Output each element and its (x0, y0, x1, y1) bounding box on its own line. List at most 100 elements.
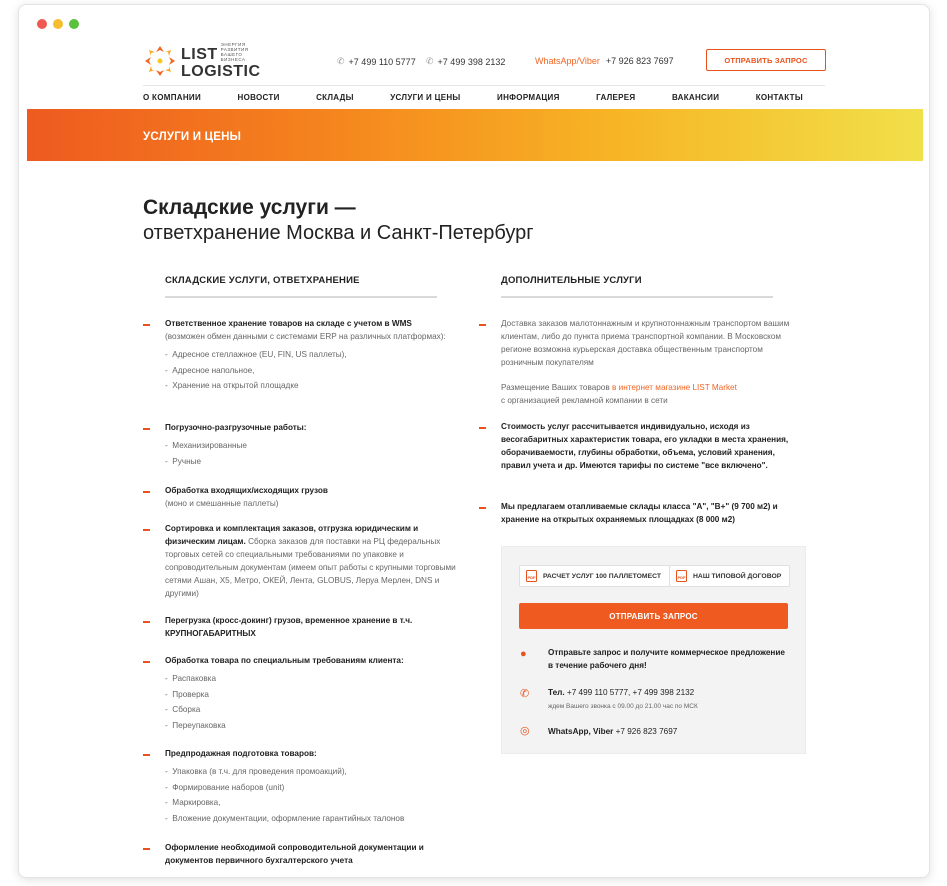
sublist-item: - Адресное стеллажное (EU, FIN, US палле… (165, 350, 347, 359)
service-item-text: (моно и смешанные паллеты) (165, 499, 279, 508)
nav-item-warehouses[interactable]: Склады (316, 93, 354, 102)
sublist-item: - Хранение на открытой площадке (165, 381, 299, 391)
service-item-title: Обработка товара по специальным требован… (165, 656, 404, 665)
header-phone-2[interactable]: ✆ +7 499 398 2132 (426, 56, 505, 67)
market-text: Размещение Ваших товаров в интернет мага… (501, 383, 737, 405)
service-item-title: Погрузочно-разгрузочные работы: (165, 423, 307, 432)
left-heading-underline (165, 296, 437, 298)
right-heading-underline (501, 296, 773, 298)
sublist-item: - Формирование наборов (unit) (165, 782, 285, 792)
bullet-dash (479, 324, 486, 326)
page-subtitle: ответхранение Москва и Санкт-Петербург (143, 222, 534, 244)
service-item-title: Ответственное хранение товаров на складе… (165, 319, 412, 328)
service-item-title: Обработка входящих/исходящих грузов (165, 486, 328, 495)
nav-item-services[interactable]: Услуги и цены (390, 93, 460, 102)
offer-text: Отправьте запрос и получите коммерческое… (548, 648, 785, 670)
service-item: Сортировка и комплектация заказов, отгру… (165, 522, 457, 600)
sublist-item: - Адресное напольное, (165, 365, 255, 375)
sublist-item: - Сборка (165, 705, 201, 715)
whatsapp-icon: ◎ (520, 725, 530, 737)
panel-phones: Тел. +7 499 110 5777, +7 499 398 2132 жд… (548, 688, 698, 710)
pdf-icon: PDF (526, 570, 537, 582)
page-banner: Услуги и цены (27, 109, 923, 161)
bullet-dash (479, 427, 486, 429)
service-item: Ответственное хранение товаров на складе… (165, 317, 465, 394)
warehouse-class-note: Мы предлагаем отапливаемые склады класса… (501, 502, 778, 524)
sublist-item: - Ручные (165, 456, 202, 466)
service-item-title: Оформление необходимой сопроводительной … (165, 843, 424, 865)
service-sublist: - Упаковка (в т.ч. для проведения промоа… (165, 764, 465, 826)
sublist-item: - Проверка (165, 689, 209, 699)
pricing-note: Стоимость услуг рассчитывается индивидуа… (501, 422, 789, 470)
phone-icon: ✆ (426, 56, 434, 66)
nav-item-vacancies[interactable]: Вакансии (672, 93, 719, 102)
logo-tagline: энергия развития вашего бизнеса (220, 42, 249, 62)
sublist-item: - Механизированные (165, 441, 247, 450)
left-column-heading: Складские услуги, ответхранение (165, 275, 360, 286)
close-window-dot[interactable] (37, 19, 47, 29)
bullet-dash (143, 621, 150, 623)
sublist-item: - Маркировка, (165, 798, 221, 808)
banner-title: Услуги и цены (143, 131, 242, 143)
nav-item-gallery[interactable]: Галерея (596, 93, 635, 102)
header-phone-1[interactable]: ✆ +7 499 110 5777 (337, 56, 416, 67)
service-item: Оформление необходимой сопроводительной … (165, 841, 465, 867)
service-item: Погрузочно-разгрузочные работы: - Механи… (165, 421, 465, 469)
whatsapp-label: WhatsApp/Viber (535, 56, 600, 66)
service-item: Предпродажная подготовка товаров: - Упак… (165, 747, 465, 826)
page-title: Складские услуги — (143, 196, 356, 219)
delivery-text: Доставка заказов малотоннажным и крупнот… (501, 319, 790, 367)
service-item-title: Предпродажная подготовка товаров: (165, 749, 317, 758)
service-item-text: Сборка заказов для поставки на РЦ федера… (165, 537, 456, 598)
nav-item-news[interactable]: Новости (238, 93, 280, 102)
site-logo[interactable]: LIST энергия развития вашего бизнеса LOGI… (143, 42, 261, 80)
header-request-button[interactable]: Отправить запрос (706, 49, 826, 71)
bullet-dash (143, 324, 150, 326)
browser-window: LIST энергия развития вашего бизнеса LOGI… (18, 4, 930, 878)
service-item-title: Перегрузка (кросс-докинг) грузов, времен… (165, 616, 413, 638)
bullet-dash (143, 491, 150, 493)
service-item-text: (возможен обмен данными с системами ERP … (165, 332, 446, 341)
phone-icon: ✆ (520, 688, 530, 700)
service-item: Обработка товара по специальным требован… (165, 654, 465, 733)
price-calc-pdf-link[interactable]: PDF Расчет услуг 100 паллетомест (519, 565, 671, 587)
sublist-item: - Распаковка (165, 674, 216, 683)
phone-number: +7 499 110 5777 (348, 56, 416, 67)
sublist-item: - Вложение документации, оформление гара… (165, 813, 405, 823)
sublist-item: - Упаковка (в т.ч. для проведения промоа… (165, 767, 347, 776)
sublist-item: - Переупаковка (165, 720, 226, 730)
chat-bubbles-icon: ● (520, 648, 527, 660)
service-item: Обработка входящих/исходящих грузов (мон… (165, 484, 465, 510)
service-sublist: - Механизированные - Ручные (165, 438, 465, 469)
maximize-window-dot[interactable] (69, 19, 79, 29)
header-divider (143, 85, 825, 86)
request-panel: PDF Расчет услуг 100 паллетомест PDF Наш… (501, 546, 806, 754)
bullet-dash (143, 848, 150, 850)
list-market-link[interactable]: в интернет магазине LIST Market (612, 383, 737, 392)
logo-text-list: LIST (181, 45, 218, 63)
bullet-dash (143, 529, 150, 531)
window-controls (37, 19, 79, 29)
phone-icon: ✆ (337, 56, 345, 66)
nav-item-contacts[interactable]: Контакты (756, 93, 803, 102)
nav-item-about[interactable]: О компании (143, 93, 201, 102)
right-column-heading: Дополнительные услуги (501, 275, 642, 286)
main-nav: О компании Новости Склады Услуги и цены … (143, 93, 803, 102)
bullet-dash (143, 428, 150, 430)
pdf-icon: PDF (676, 570, 687, 582)
bullet-dash (143, 661, 150, 663)
send-request-button[interactable]: Отправить запрос (519, 603, 788, 629)
service-sublist: - Адресное стеллажное (EU, FIN, US палле… (165, 347, 465, 394)
additional-service-delivery: Доставка заказов малотоннажным и крупнот… (501, 317, 806, 407)
phone-number: +7 499 398 2132 (437, 56, 506, 67)
panel-whatsapp[interactable]: WhatsApp, Viber +7 926 823 7697 (548, 725, 788, 738)
bullet-dash (479, 507, 486, 509)
contract-pdf-link[interactable]: PDF Наш типовой договор (669, 565, 791, 587)
header-whatsapp[interactable]: WhatsApp/Viber +7 926 823 7697 (535, 56, 674, 66)
minimize-window-dot[interactable] (53, 19, 63, 29)
service-sublist: - Распаковка - Проверка - Сборка - Переу… (165, 671, 465, 733)
service-item: Перегрузка (кросс-докинг) грузов, времен… (165, 614, 465, 640)
whatsapp-number: +7 926 823 7697 (605, 56, 674, 66)
nav-item-info[interactable]: Информация (497, 93, 560, 102)
logo-text-logistic: LOGISTIC (181, 62, 261, 80)
